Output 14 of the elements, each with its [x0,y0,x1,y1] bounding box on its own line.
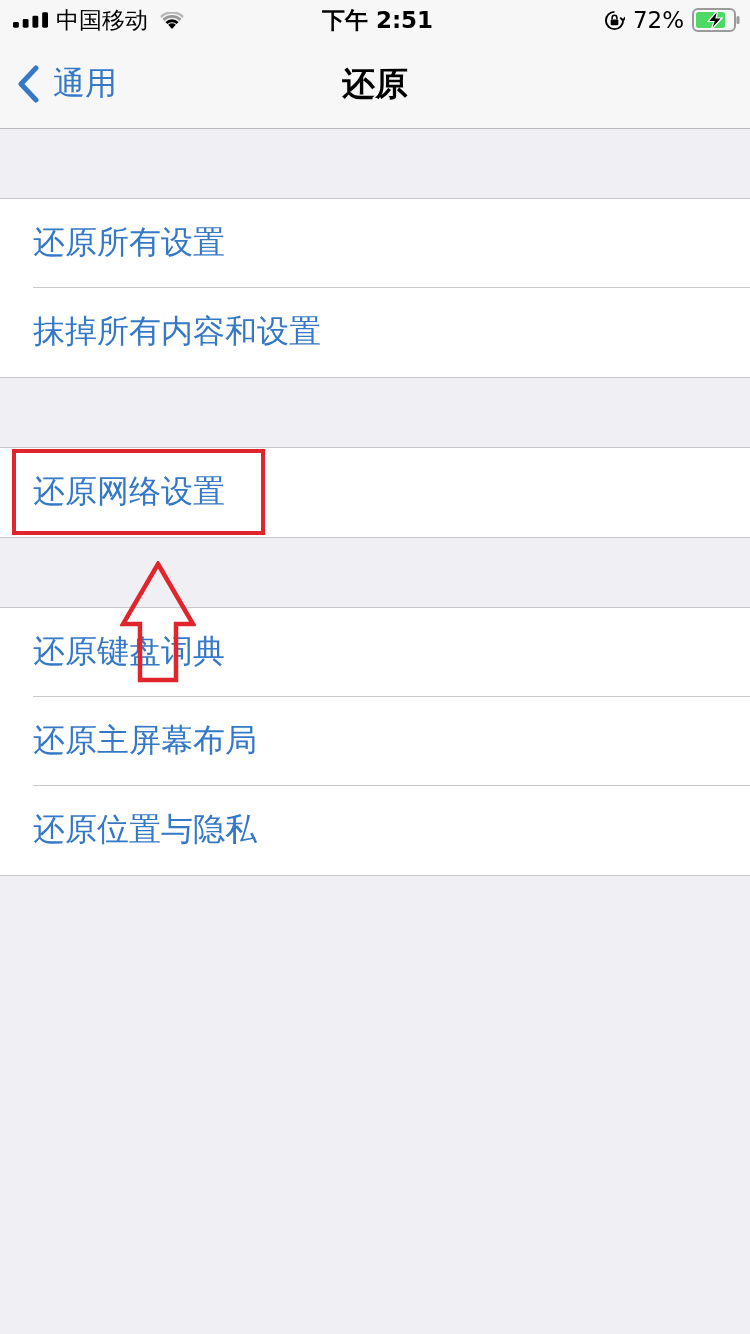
wifi-icon [160,11,184,29]
back-chevron-icon [17,65,39,103]
orientation-lock-icon [603,9,625,31]
battery-percent: 72% [632,7,684,33]
settings-row[interactable]: 抹掉所有内容和设置 [0,288,750,376]
signal-icon [13,12,48,28]
back-button[interactable]: 通用 [0,62,117,106]
settings-row[interactable]: 还原位置与隐私 [0,786,750,874]
settings-row[interactable]: 还原所有设置 [0,199,750,287]
status-time: 下午 2:51 [320,5,434,35]
settings-row[interactable]: 还原主屏幕布局 [0,697,750,785]
page-title: 还原 [342,62,408,105]
carrier-name: 中国移动 [56,5,148,35]
settings-row[interactable]: 还原网络设置 [0,448,750,536]
